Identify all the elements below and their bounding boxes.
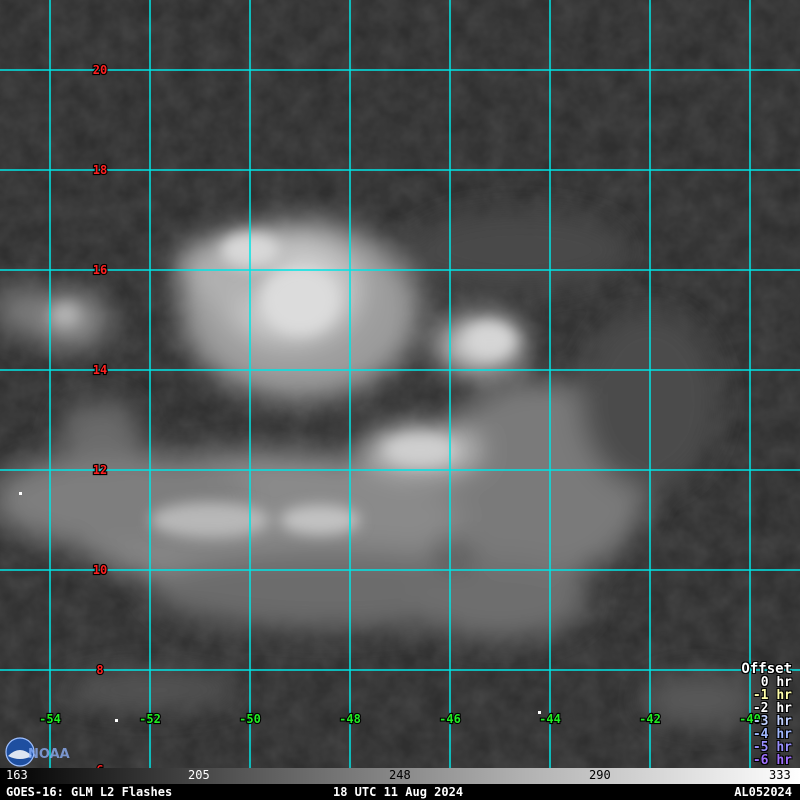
longitude-label: -48 [339, 712, 361, 726]
longitude-label: -44 [539, 712, 561, 726]
flash-marker [115, 719, 118, 722]
colorbar-tick: 290 [589, 768, 611, 782]
footer-timestamp: 18 UTC 11 Aug 2024 [333, 785, 464, 799]
offset-legend: Offset 0 hr -1 hr -2 hr -3 hr -4 hr -5 h… [741, 662, 792, 767]
brightness-colorbar: 163 205 248 290 333 [0, 768, 800, 784]
longitude-label: -54 [39, 712, 61, 726]
colorbar-tick: 163 [6, 768, 28, 782]
latitude-label: 10 [93, 563, 107, 577]
colorbar-tick: 333 [769, 768, 791, 782]
noaa-logo: NOAA [4, 736, 74, 768]
longitude-label: -46 [439, 712, 461, 726]
footer-bar: GOES-16: GLM L2 Flashes 18 UTC 11 Aug 20… [0, 784, 800, 800]
satellite-imagery-map: 20181614121086 -54-52-50-48-46-44-42-40 [0, 0, 800, 768]
flash-marker [538, 711, 541, 714]
satellite-map-frame: 20181614121086 -54-52-50-48-46-44-42-40 … [0, 0, 800, 800]
latitude-label: 12 [93, 463, 107, 477]
footer-product: GOES-16: GLM L2 Flashes [6, 785, 173, 799]
latitude-label: 16 [93, 263, 107, 277]
legend-title: Offset [741, 661, 792, 677]
legend-item-6: -6 hr [752, 753, 792, 768]
latitude-label: 8 [96, 663, 103, 677]
longitude-label: -50 [239, 712, 261, 726]
latitude-label: 14 [93, 363, 107, 377]
logo-text: NOAA [28, 747, 70, 762]
footer-storm-id: AL052024 [734, 785, 792, 799]
colorbar-tick: 205 [188, 768, 210, 782]
longitude-label: -52 [139, 712, 161, 726]
longitude-label: -42 [639, 712, 661, 726]
flash-marker [19, 492, 22, 495]
latitude-label: 20 [93, 63, 107, 77]
colorbar-tick: 248 [389, 768, 411, 782]
latitude-label: 18 [93, 163, 107, 177]
